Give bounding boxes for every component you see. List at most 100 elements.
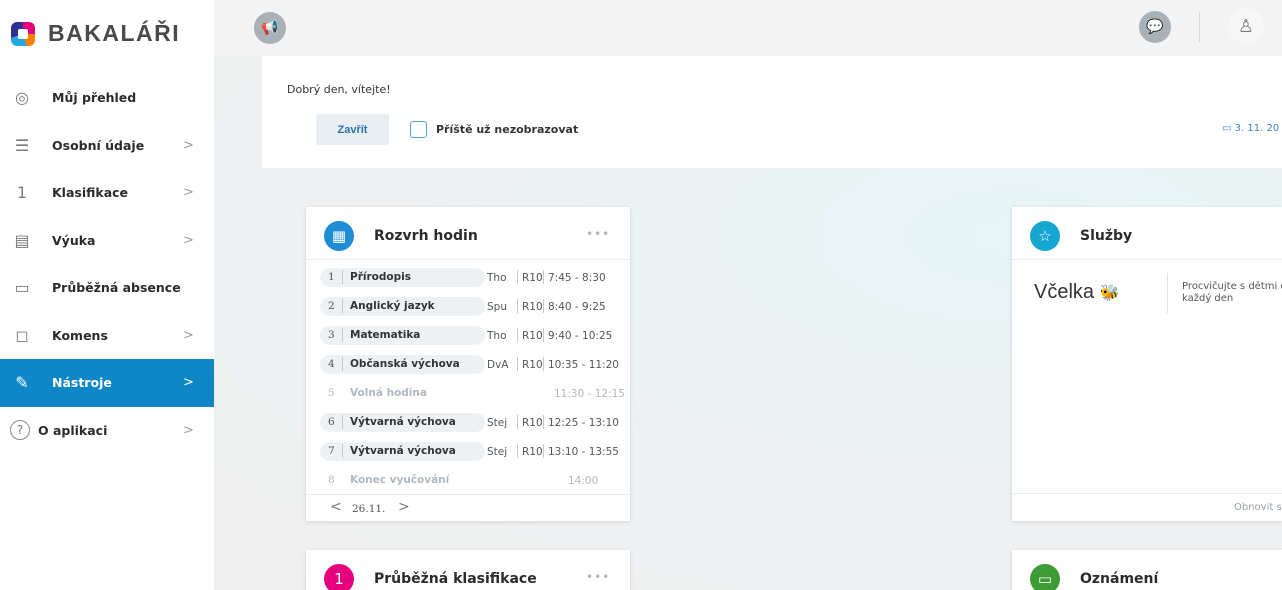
row-separator — [517, 270, 518, 284]
card-divider — [306, 494, 630, 495]
dont-show-again[interactable]: Příště už nezobrazovat — [410, 121, 578, 138]
timetable-row[interactable]: Stej R10 6 Výtvarná výchova 12:25 - 13:10 — [320, 413, 625, 433]
next-day-button[interactable]: > — [398, 499, 410, 515]
chevron-right-icon: > — [183, 137, 194, 153]
sidebar-item-label: Výuka — [52, 232, 96, 248]
sidebar-item-komens[interactable]: ◻ Komens > — [0, 312, 214, 360]
row-separator — [342, 328, 343, 342]
welcome-text: Dobrý den, vítejte! — [287, 83, 391, 96]
person-list-icon: ☰ — [14, 135, 30, 155]
lesson-subject: Občanská výchova — [350, 358, 460, 370]
comment-icon: ▭ — [1222, 123, 1235, 134]
lesson-number: 7 — [328, 445, 335, 457]
lesson-room: R10 — [522, 272, 543, 284]
announcements-card: ▭ Oznámení — [1012, 550, 1282, 590]
refresh-button[interactable]: Obnovit s — [1234, 502, 1282, 513]
timetable-row[interactable]: Stej R10 7 Výtvarná výchova 13:10 - 13:55 — [320, 442, 625, 462]
row-separator — [517, 415, 518, 429]
row-separator — [543, 270, 544, 284]
lesson-teacher: Stej — [487, 446, 508, 458]
welcome-date: ▭ 3. 11. 20 — [1222, 123, 1279, 134]
row-separator — [342, 357, 343, 371]
row-separator — [342, 444, 343, 458]
lesson-room: R10 — [522, 446, 543, 458]
services-title: Služby — [1080, 228, 1133, 244]
grade-one-icon: 1 — [16, 183, 28, 203]
sidebar-item-label: Průběžná absence — [52, 280, 181, 296]
grades-menu-button[interactable]: ••• — [586, 570, 610, 584]
lesson-subject: Přírodopis — [350, 271, 411, 283]
sidebar-item-výuka[interactable]: ▤ Výuka > — [0, 217, 214, 265]
prev-day-button[interactable]: < — [330, 499, 342, 515]
user-icon: ♙ — [1237, 15, 1255, 37]
lesson-number: 8 — [328, 474, 335, 486]
lesson-room: R10 — [522, 301, 543, 313]
row-separator — [342, 299, 343, 313]
top-bar: 📢 💬 ♙ — [214, 0, 1282, 56]
chat-icon: 💬 — [1146, 19, 1164, 35]
user-menu-button[interactable]: ♙ — [1228, 8, 1264, 44]
chevron-right-icon: > — [183, 232, 194, 248]
row-separator — [543, 444, 544, 458]
lesson-teacher: Spu — [487, 301, 507, 313]
timetable-menu-button[interactable]: ••• — [586, 227, 610, 241]
sidebar-item-nástroje[interactable]: ✎ Nástroje > — [0, 359, 214, 407]
row-separator — [342, 270, 343, 284]
timetable-icon: ▦ — [324, 221, 354, 251]
bakalari-logo-icon — [11, 21, 35, 46]
sidebar-item-label: Osobní údaje — [52, 137, 145, 153]
sidebar-item-klasifikace[interactable]: 1 Klasifikace > — [0, 169, 214, 217]
wrench-icon: ✎ — [15, 373, 29, 393]
row-separator — [517, 299, 518, 313]
lesson-subject: Konec vyučování — [350, 474, 450, 486]
megaphone-icon: 📢 — [261, 20, 279, 36]
timetable-row: 8 Konec vyučování 14:00 — [320, 471, 625, 491]
timetable-date: 26.11. — [352, 503, 386, 515]
close-banner-button[interactable]: Zavřít — [316, 114, 389, 145]
lesson-subject: Výtvarná výchova — [350, 416, 456, 428]
lesson-teacher: Stej — [487, 417, 508, 429]
messages-button[interactable]: 💬 — [1139, 11, 1171, 43]
lesson-teacher: Tho — [487, 330, 507, 342]
lesson-number: 4 — [328, 358, 335, 370]
grade-one-icon: 1 — [324, 564, 354, 590]
sidebar-item-průběžná-absence[interactable]: ▭ Průběžná absence — [0, 264, 214, 312]
timetable-card: ▦ Rozvrh hodin ••• Tho R10 1 Přírodopis 7:45… — [306, 207, 630, 521]
lesson-time: 11:30 - 12:15 — [554, 388, 625, 400]
welcome-banner: Dobrý den, vítejte! Zavřít Příště už nez… — [262, 56, 1282, 168]
timetable-row[interactable]: Spu R10 2 Anglický jazyk 8:40 - 9:25 — [320, 297, 625, 317]
grades-card: 1 Průběžná klasifikace ••• — [306, 550, 630, 590]
sidebar-item-label: O aplikaci — [38, 422, 108, 438]
dont-show-checkbox[interactable] — [410, 121, 427, 138]
lesson-number: 1 — [328, 271, 335, 283]
megaphone-button[interactable]: 📢 — [254, 12, 286, 44]
row-separator — [517, 444, 518, 458]
app-logo[interactable]: BAKALÁŘI — [11, 20, 180, 47]
lesson-time: 7:45 - 8:30 — [548, 272, 606, 284]
timetable-row[interactable]: Tho R10 3 Matematika 9:40 - 10:25 — [320, 326, 625, 346]
timetable-row[interactable]: Tho R10 1 Přírodopis 7:45 - 8:30 — [320, 268, 625, 288]
services-card: ☆ Služby Včelka 🐝 Procvičujte s dětmi č … — [1012, 207, 1282, 521]
book-search-icon: ▤ — [14, 230, 30, 250]
sidebar-item-label: Můj přehled — [52, 90, 137, 106]
lesson-subject: Výtvarná výchova — [350, 445, 456, 457]
sidebar-item-osobní-údaje[interactable]: ☰ Osobní údaje > — [0, 122, 214, 170]
question-circle-icon: ? — [10, 420, 30, 441]
timetable-row[interactable]: DvA R10 4 Občanská výchova 10:35 - 11:20 — [320, 355, 625, 375]
sidebar-item-o-aplikaci[interactable]: ? O aplikaci > — [0, 407, 214, 455]
chevron-right-icon: > — [183, 327, 194, 343]
row-separator — [517, 328, 518, 342]
row-separator — [543, 357, 544, 371]
lesson-time: 14:00 — [568, 475, 599, 487]
row-separator — [517, 357, 518, 371]
announcements-title: Oznámení — [1080, 571, 1159, 587]
welcome-date-value: 3. 11. 20 — [1234, 123, 1280, 134]
vcelka-description: Procvičujte s dětmi č každý den — [1182, 281, 1282, 305]
vcelka-desc-line1: Procvičujte s dětmi č — [1182, 281, 1282, 292]
lesson-room: R10 — [522, 330, 543, 342]
vcelka-brand[interactable]: Včelka 🐝 — [1034, 281, 1120, 304]
row-separator — [543, 415, 544, 429]
sidebar-item-můj-přehled[interactable]: ◎ Můj přehled — [0, 74, 214, 122]
chevron-right-icon: > — [183, 422, 194, 438]
vcelka-text: Včelka — [1034, 281, 1095, 303]
